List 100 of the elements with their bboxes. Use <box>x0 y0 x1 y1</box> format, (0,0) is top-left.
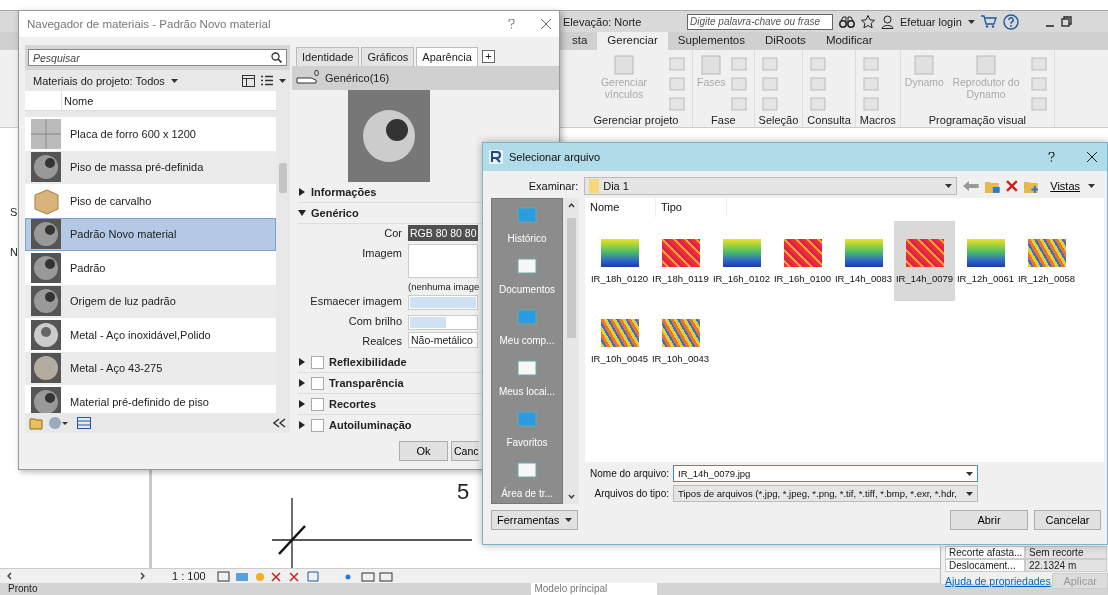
app-logo-icon <box>489 150 503 164</box>
add-folder-icon[interactable] <box>1023 179 1039 193</box>
ribbon-tab[interactable]: Suplementos <box>667 32 755 50</box>
material-name: Metal - Aço 43-275 <box>70 362 163 375</box>
binoculars-icon[interactable] <box>839 15 855 28</box>
collapsed-icon[interactable] <box>298 421 306 429</box>
file-name-field[interactable]: IR_14h_0079.jpg <box>673 465 978 482</box>
list-view-icon[interactable] <box>261 75 273 86</box>
ribbon-tab[interactable]: sta <box>562 32 598 50</box>
tools-button[interactable]: Ferramentas <box>491 510 579 530</box>
help-icon[interactable] <box>1002 13 1019 30</box>
material-row[interactable]: Metal - Aço 43-275 <box>25 351 276 385</box>
material-row[interactable]: Piso de massa pré-definida <box>25 150 276 184</box>
search-field[interactable]: Pesquisar <box>28 49 287 66</box>
file-item[interactable]: IR_10h_0045 <box>589 301 650 381</box>
column-header[interactable]: Tipo <box>656 198 727 217</box>
ribbon-tab[interactable]: Modificar <box>815 32 883 50</box>
file-item[interactable]: IR_18h_0119 <box>650 221 711 301</box>
collapsed-icon[interactable] <box>298 379 306 387</box>
property-label: Realces <box>361 334 402 347</box>
search-field[interactable]: Digite palavra-chave ou frase <box>687 13 833 30</box>
table-icon[interactable] <box>77 417 91 429</box>
login-link[interactable]: Efetuar login <box>900 15 962 28</box>
checkbox[interactable] <box>311 355 324 369</box>
file-item[interactable]: IR_12h_0061 <box>955 221 1016 301</box>
section-header[interactable]: Reflexibilidade <box>329 356 407 368</box>
section-header[interactable]: Recortes <box>329 398 377 410</box>
cart-icon[interactable] <box>980 15 997 28</box>
user-icon[interactable] <box>881 14 894 29</box>
collapsed-icon[interactable] <box>298 400 306 408</box>
field-label: Nome do arquivo: <box>589 468 669 479</box>
section-header[interactable]: Autoiluminação <box>329 419 412 431</box>
close-icon[interactable] <box>1087 152 1097 162</box>
collapsed-icon[interactable] <box>298 358 306 366</box>
panel-layout-icon[interactable] <box>242 74 255 87</box>
checkbox[interactable] <box>311 397 324 411</box>
property-value[interactable]: Sem recorte <box>1025 546 1107 559</box>
checkbox[interactable] <box>311 418 324 432</box>
cancel-button[interactable]: Canc <box>451 441 479 461</box>
material-name: Material pré-definido de piso <box>70 395 209 408</box>
ribbon-tab[interactable]: Gerenciar <box>597 32 668 50</box>
color-field[interactable]: RGB 80 80 80 <box>408 225 478 241</box>
section-header[interactable]: Transparência <box>329 377 404 389</box>
cancel-button[interactable]: Cancelar <box>1034 510 1101 530</box>
scrollbar-thumb[interactable] <box>279 163 287 193</box>
scroll-left-icon[interactable] <box>6 572 13 580</box>
dialog-title: Navegador de materiais - Padrão Novo material <box>27 18 272 30</box>
collapse-icon[interactable] <box>272 418 286 428</box>
restore-icon[interactable] <box>1060 16 1072 27</box>
ok-button[interactable]: Ok <box>399 441 448 461</box>
help-icon[interactable] <box>508 19 515 29</box>
slider-fill[interactable] <box>410 297 476 308</box>
expanded-icon[interactable] <box>298 209 306 217</box>
material-row[interactable]: Padrão Novo material <box>25 217 276 251</box>
ribbon-tab[interactable]: DiRoots <box>754 32 816 50</box>
column-header[interactable]: Nome <box>585 198 656 217</box>
scroll-right-icon[interactable] <box>139 572 146 580</box>
model-field[interactable]: Modelo principal <box>531 583 658 595</box>
dialog-title: Selecionar arquivo <box>509 151 602 163</box>
scrollbar-thumb[interactable] <box>566 218 576 338</box>
scroll-down-icon[interactable] <box>567 492 575 500</box>
sphere-thumbnail <box>31 286 61 317</box>
material-row[interactable]: Origem de luz padrão <box>25 284 276 318</box>
close-icon[interactable] <box>541 19 551 29</box>
collapsed-icon[interactable] <box>298 188 306 196</box>
file-item[interactable]: IR_14h_0079 <box>894 221 955 301</box>
file-item[interactable]: IR_18h_0120 <box>589 221 650 301</box>
views-button[interactable]: Vistas <box>1044 176 1101 196</box>
material-name: Padrão <box>70 261 106 274</box>
grid-label: 5 <box>457 480 470 504</box>
material-name: Placa de forro 600 x 1200 <box>70 127 196 140</box>
scale-label[interactable]: 1 : 100 <box>172 570 206 582</box>
delete-icon[interactable] <box>1005 180 1018 192</box>
add-tab-button[interactable]: + <box>481 50 495 63</box>
section-header[interactable]: Genérico <box>311 207 359 219</box>
star-icon[interactable] <box>861 15 875 28</box>
slider-fill[interactable] <box>410 317 447 328</box>
file-item[interactable]: IR_14h_0083 <box>833 221 894 301</box>
scroll-up-icon[interactable] <box>567 202 575 210</box>
file-item[interactable]: IR_12h_0058 <box>1016 221 1077 301</box>
section-header[interactable]: Informações <box>311 186 377 198</box>
new-folder-icon[interactable] <box>985 179 1000 193</box>
select-field[interactable]: Não-metálico <box>408 332 478 348</box>
view-control-icons[interactable] <box>215 570 396 582</box>
checkbox[interactable] <box>311 376 324 390</box>
tab[interactable]: Gráficos <box>361 47 415 66</box>
property-value[interactable]: 22.1324 m <box>1025 559 1107 572</box>
file-item[interactable]: IR_16h_0102 <box>711 221 772 301</box>
tab[interactable]: Identidade <box>296 47 360 66</box>
folder-dropdown[interactable]: Dia 1 <box>584 177 958 195</box>
open-button[interactable]: Abrir <box>950 510 1028 530</box>
file-item[interactable]: IR_10h_0043 <box>650 301 711 381</box>
library-tools-icon[interactable] <box>29 416 69 430</box>
file-item[interactable]: IR_16h_0100 <box>772 221 833 301</box>
image-field[interactable] <box>408 244 478 278</box>
tab[interactable]: Aparência <box>416 47 478 66</box>
sphere-thumbnail <box>31 386 61 413</box>
help-icon[interactable] <box>1048 152 1055 162</box>
file-type-dropdown[interactable]: Tipos de arquivos (*.jpg, *.jpeg, *.png, *.tif, *.tiff, *.bmp, *.exr, *.hdr, <box>673 485 978 502</box>
help-link[interactable]: Ajuda de propriedades <box>945 575 1051 587</box>
